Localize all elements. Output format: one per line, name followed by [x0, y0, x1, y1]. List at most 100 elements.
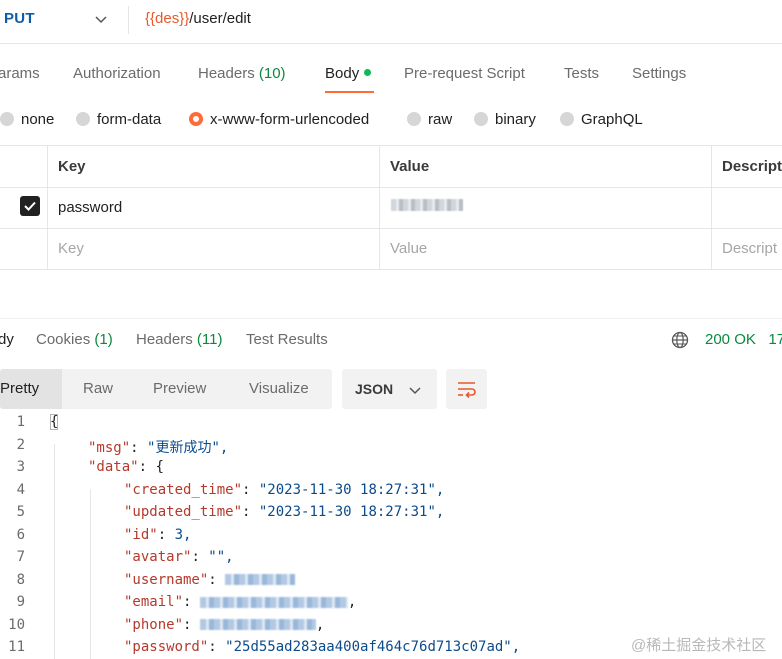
check-icon — [24, 201, 36, 211]
code-line: 9 "email": , — [0, 594, 782, 617]
code-text: "updated_time": "2023-11-30 18:27:31", — [124, 504, 445, 520]
method-select[interactable]: PUT — [4, 10, 35, 27]
code-text: "password": "25d55ad283aa400af464c76d713… — [124, 639, 521, 655]
blurred-value — [199, 596, 348, 608]
tab-label: dy — [0, 331, 14, 348]
code-line: 2 "msg": "更新成功", — [0, 437, 782, 460]
code-line: 4 "created_time": "2023-11-30 18:27:31", — [0, 482, 782, 505]
new-description-input[interactable]: Descript — [722, 240, 777, 257]
line-number: 9 — [16, 594, 25, 610]
format-select[interactable]: JSON — [342, 369, 437, 409]
radio-label: form-data — [97, 111, 162, 128]
body-type-radios: none form-data x-www-form-urlencoded raw… — [0, 100, 782, 140]
request-bar: PUT {{des}}/user/edit — [0, 0, 782, 44]
view-preview-button[interactable]: Preview — [153, 380, 206, 397]
json-key: "id" — [124, 526, 158, 543]
status-text: 200 OK — [705, 331, 756, 348]
new-key-input[interactable]: Key — [58, 240, 84, 257]
code-line: 7 "avatar": "", — [0, 549, 782, 572]
radio-circle — [407, 112, 421, 126]
line-number: 8 — [16, 571, 25, 588]
json-key: "phone" — [124, 616, 184, 633]
line-number: 1 — [16, 414, 25, 430]
view-mode-group: Pretty Raw Preview Visualize — [0, 369, 332, 409]
tab-count: (10) — [258, 65, 286, 82]
column-header-value: Value — [390, 158, 430, 175]
json-value: { — [155, 459, 164, 475]
tab-label: arams — [0, 65, 40, 82]
watermark: @稀土掘金技术社区 — [631, 637, 767, 654]
column-header-description: Descript — [722, 158, 782, 175]
response-time: 17 — [768, 331, 782, 348]
line-number: 2 — [16, 436, 25, 453]
code-text: "id": 3, — [124, 526, 192, 543]
radio-circle — [0, 112, 14, 126]
blurred-value — [199, 619, 316, 630]
radio-circle — [560, 112, 574, 126]
view-visualize-button[interactable]: Visualize — [249, 380, 309, 397]
line-number: 4 — [16, 481, 25, 498]
tab-response-body[interactable]: dy — [0, 331, 14, 348]
tab-label: Test Results — [246, 331, 328, 348]
view-pretty-button[interactable]: Pretty — [0, 380, 39, 397]
code-line: 6 "id": 3, — [0, 527, 782, 550]
code-line: 5 "updated_time": "2023-11-30 18:27:31", — [0, 504, 782, 527]
json-value: "", — [208, 549, 234, 565]
line-number: 7 — [16, 549, 25, 565]
param-key-input[interactable]: password — [58, 199, 122, 216]
row-enabled-checkbox[interactable] — [20, 196, 40, 216]
column-divider — [47, 146, 48, 270]
tab-params[interactable]: arams — [0, 65, 40, 82]
tab-test-results[interactable]: Test Results — [246, 331, 328, 348]
json-key: "email" — [124, 594, 184, 610]
column-header-key: Key — [58, 158, 86, 175]
new-value-input[interactable]: Value — [390, 240, 427, 257]
tab-authorization[interactable]: Authorization — [73, 65, 161, 82]
line-number: 11 — [8, 639, 25, 655]
tab-count: (1) — [94, 331, 113, 348]
json-key: "password" — [124, 639, 209, 655]
tab-response-headers[interactable]: Headers (11) — [136, 331, 222, 348]
status-code[interactable]: 200 OK 17 — [705, 331, 782, 348]
chevron-down-icon[interactable] — [94, 12, 108, 26]
json-key: "avatar" — [124, 549, 192, 565]
url-input[interactable]: {{des}}/user/edit — [145, 10, 251, 27]
json-key: "data" — [88, 459, 139, 475]
code-line: 3 "data": { — [0, 459, 782, 482]
wrap-lines-icon — [458, 382, 476, 399]
tab-settings[interactable]: Settings — [632, 65, 686, 82]
tab-tests[interactable]: Tests — [564, 65, 599, 82]
json-value: "更新成功", — [147, 439, 229, 456]
line-number: 6 — [16, 526, 25, 543]
tab-count: (11) — [196, 331, 223, 348]
json-value: 3, — [174, 526, 192, 543]
table-header-row: Key Value Descript — [0, 146, 782, 188]
code-line: 8 "username": — [0, 572, 782, 595]
code-text: "created_time": "2023-11-30 18:27:31", — [124, 481, 445, 498]
json-value: "25d55ad283aa400af464c76d713c07ad", — [225, 639, 521, 655]
tab-headers[interactable]: Headers (10) — [198, 65, 286, 82]
tab-label: Headers — [136, 331, 197, 348]
json-key: "msg" — [88, 439, 131, 456]
tab-body[interactable]: Body — [325, 65, 372, 82]
radio-label: binary — [495, 111, 536, 128]
column-divider — [711, 146, 712, 270]
tab-label: Settings — [632, 65, 687, 82]
tab-pre-request-script[interactable]: Pre-request Script — [404, 65, 525, 82]
active-tab-indicator — [325, 91, 374, 93]
radio-label: raw — [428, 111, 453, 128]
code-text: "data": { — [88, 459, 164, 475]
line-number: 5 — [16, 504, 25, 520]
code-text: "username": — [124, 571, 296, 588]
globe-icon[interactable] — [671, 331, 689, 349]
view-raw-button[interactable]: Raw — [83, 380, 113, 397]
tab-label: Cookies — [36, 331, 95, 348]
json-key: "username" — [124, 571, 209, 588]
radio-label: GraphQL — [581, 111, 643, 128]
url-path: /user/edit — [189, 10, 251, 27]
tab-cookies[interactable]: Cookies (1) — [36, 331, 113, 348]
response-code-view[interactable]: 1{ 2 "msg": "更新成功", 3 "data": { 4 "created_… — [0, 414, 782, 659]
radio-label: x-www-form-urlencoded — [210, 111, 370, 128]
wrap-lines-button[interactable] — [446, 369, 487, 409]
param-value-input[interactable] — [391, 199, 463, 211]
